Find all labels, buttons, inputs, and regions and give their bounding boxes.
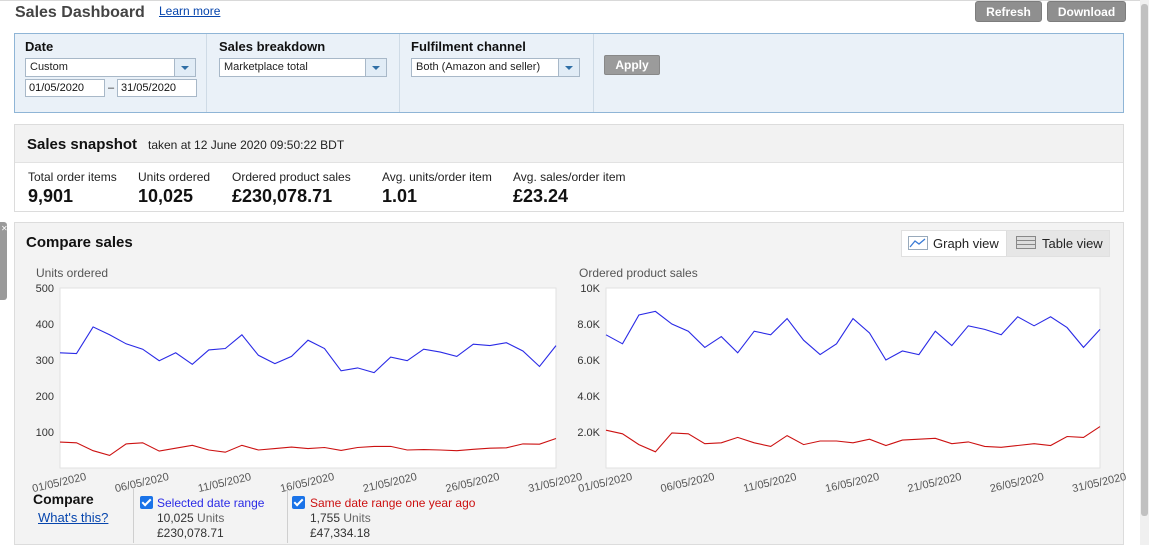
close-icon[interactable]: ✕: [1, 224, 8, 233]
vertical-scrollbar[interactable]: [1140, 0, 1149, 545]
sales-breakdown-select[interactable]: Marketplace total: [219, 58, 387, 77]
apply-button[interactable]: Apply: [604, 55, 660, 75]
date-from-input[interactable]: 01/05/2020: [25, 79, 105, 97]
fulfilment-channel-select[interactable]: Both (Amazon and seller): [411, 58, 580, 77]
fulfilment-channel-value: Both (Amazon and seller): [416, 61, 541, 73]
compare-label: Compare: [33, 491, 94, 507]
y-tick-label: 400: [36, 319, 54, 331]
y-tick-label: 10K: [580, 283, 600, 295]
y-tick-label: 6.0K: [577, 355, 600, 367]
selected-range-checkbox[interactable]: [140, 496, 153, 509]
date-range-dash: –: [108, 82, 115, 94]
scrollbar-thumb[interactable]: [1141, 4, 1148, 516]
x-tick-label: 21/05/2020: [906, 471, 962, 495]
metric-value-units-ordered: 10,025: [138, 186, 194, 206]
x-tick-label: 06/05/2020: [659, 471, 715, 495]
metric-label: Total order items: [28, 170, 117, 184]
selected-units-value: 10,025: [157, 511, 194, 525]
metric-label: Units ordered: [138, 170, 211, 184]
x-tick-label: 21/05/2020: [362, 471, 418, 495]
snapshot-title: Sales snapshot: [27, 136, 138, 153]
y-tick-label: 2.0K: [577, 427, 600, 439]
plot-area: [59, 287, 557, 469]
y-tick-label: 500: [36, 283, 54, 295]
last-year-checkbox[interactable]: [292, 496, 305, 509]
x-tick-label: 26/05/2020: [989, 471, 1045, 495]
y-tick-label: 200: [36, 391, 54, 403]
x-tick-label: 11/05/2020: [197, 471, 253, 495]
filter-divider: [206, 34, 207, 112]
selected-range-sales: £230,078.71: [157, 526, 224, 540]
x-tick-label: 11/05/2020: [742, 471, 798, 495]
date-to-input[interactable]: 31/05/2020: [117, 79, 197, 97]
refresh-button[interactable]: Refresh: [975, 1, 1042, 22]
page-title: Sales Dashboard: [15, 4, 145, 21]
date-range-value: Custom: [30, 61, 68, 73]
compare-sales-panel: Compare sales Graph view Table view Unit…: [14, 222, 1128, 545]
view-toggle: Graph view Table view: [901, 230, 1110, 257]
metric-value-avg-units: 1.01: [382, 186, 418, 206]
x-tick-label: 01/05/2020: [577, 471, 633, 495]
selected-range-label: Selected date range: [157, 496, 265, 510]
last-year-sales: £47,334.18: [310, 526, 371, 540]
whats-this-link[interactable]: What's this?: [38, 510, 108, 525]
x-tick-label: 16/05/2020: [824, 471, 880, 495]
snapshot-timestamp: taken at 12 June 2020 09:50:22 BDT: [148, 138, 345, 152]
compare-sales-title: Compare sales: [26, 234, 133, 251]
sales-snapshot-panel: Sales snapshot taken at 12 June 2020 09:…: [14, 124, 1124, 212]
y-tick-label: 8.0K: [577, 319, 600, 331]
line-chart-icon: [908, 236, 928, 250]
date-filter-label: Date: [25, 39, 54, 54]
sales-breakdown-label: Sales breakdown: [219, 39, 326, 54]
learn-more-link[interactable]: Learn more: [159, 4, 220, 18]
filter-bar: Date Custom 01/05/2020 – 31/05/2020 Sale…: [14, 33, 1124, 113]
metric-label: Avg. sales/order item: [513, 170, 626, 184]
metric-label: Avg. units/order item: [382, 170, 492, 184]
sales-breakdown-value: Marketplace total: [224, 61, 308, 73]
compare-divider: [287, 489, 288, 543]
last-year-label: Same date range one year ago: [310, 496, 476, 510]
fulfilment-channel-label: Fulfilment channel: [411, 39, 526, 54]
chevron-down-icon[interactable]: [365, 59, 386, 76]
download-button[interactable]: Download: [1047, 1, 1126, 22]
snapshot-header: Sales snapshot taken at 12 June 2020 09:…: [15, 125, 1123, 163]
ordered-sales-chart: 2.0K 4.0K 6.0K 8.0K 10K 01/05/2020 06/05/2020 1…: [577, 283, 1127, 495]
plot-area: [605, 287, 1101, 469]
chevron-down-icon[interactable]: [558, 59, 579, 76]
units-word: Units: [197, 511, 225, 525]
table-icon: [1016, 236, 1036, 249]
chevron-down-icon[interactable]: [174, 59, 195, 76]
x-tick-label: 31/05/2020: [1071, 471, 1127, 495]
graph-view-label: Graph view: [933, 236, 999, 251]
metric-value-avg-sales: £23.24: [513, 186, 569, 206]
metric-label: Ordered product sales: [232, 170, 351, 184]
metric-value-total-order-items: 9,901: [28, 186, 74, 206]
metric-value-ordered-product-sales: £230,078.71: [232, 186, 333, 206]
selected-range-units: 10,025 Units: [157, 511, 224, 525]
last-year-units-value: 1,755: [310, 511, 341, 525]
last-year-units: 1,755 Units: [310, 511, 371, 525]
units-word: Units: [343, 511, 371, 525]
table-view-label: Table view: [1042, 236, 1103, 251]
sales-dashboard-page: Sales Dashboard Learn more Refresh Downl…: [0, 0, 1149, 545]
filter-divider: [399, 34, 400, 112]
feedback-side-tab[interactable]: ✕: [0, 222, 8, 300]
graph-view-button[interactable]: Graph view: [902, 231, 1007, 256]
date-range-select[interactable]: Custom: [25, 58, 196, 77]
table-view-button[interactable]: Table view: [1008, 231, 1110, 256]
y-tick-label: 100: [36, 427, 54, 439]
units-ordered-chart: 10020030040050001/05/2020 06/05/2020 11/05…: [31, 283, 583, 495]
y-tick-label: 300: [36, 355, 54, 367]
x-tick-label: 06/05/2020: [114, 471, 170, 495]
y-tick-label: 4.0K: [577, 391, 600, 403]
filter-divider: [593, 34, 594, 112]
x-tick-label: 26/05/2020: [444, 471, 500, 495]
compare-divider: [133, 489, 134, 543]
